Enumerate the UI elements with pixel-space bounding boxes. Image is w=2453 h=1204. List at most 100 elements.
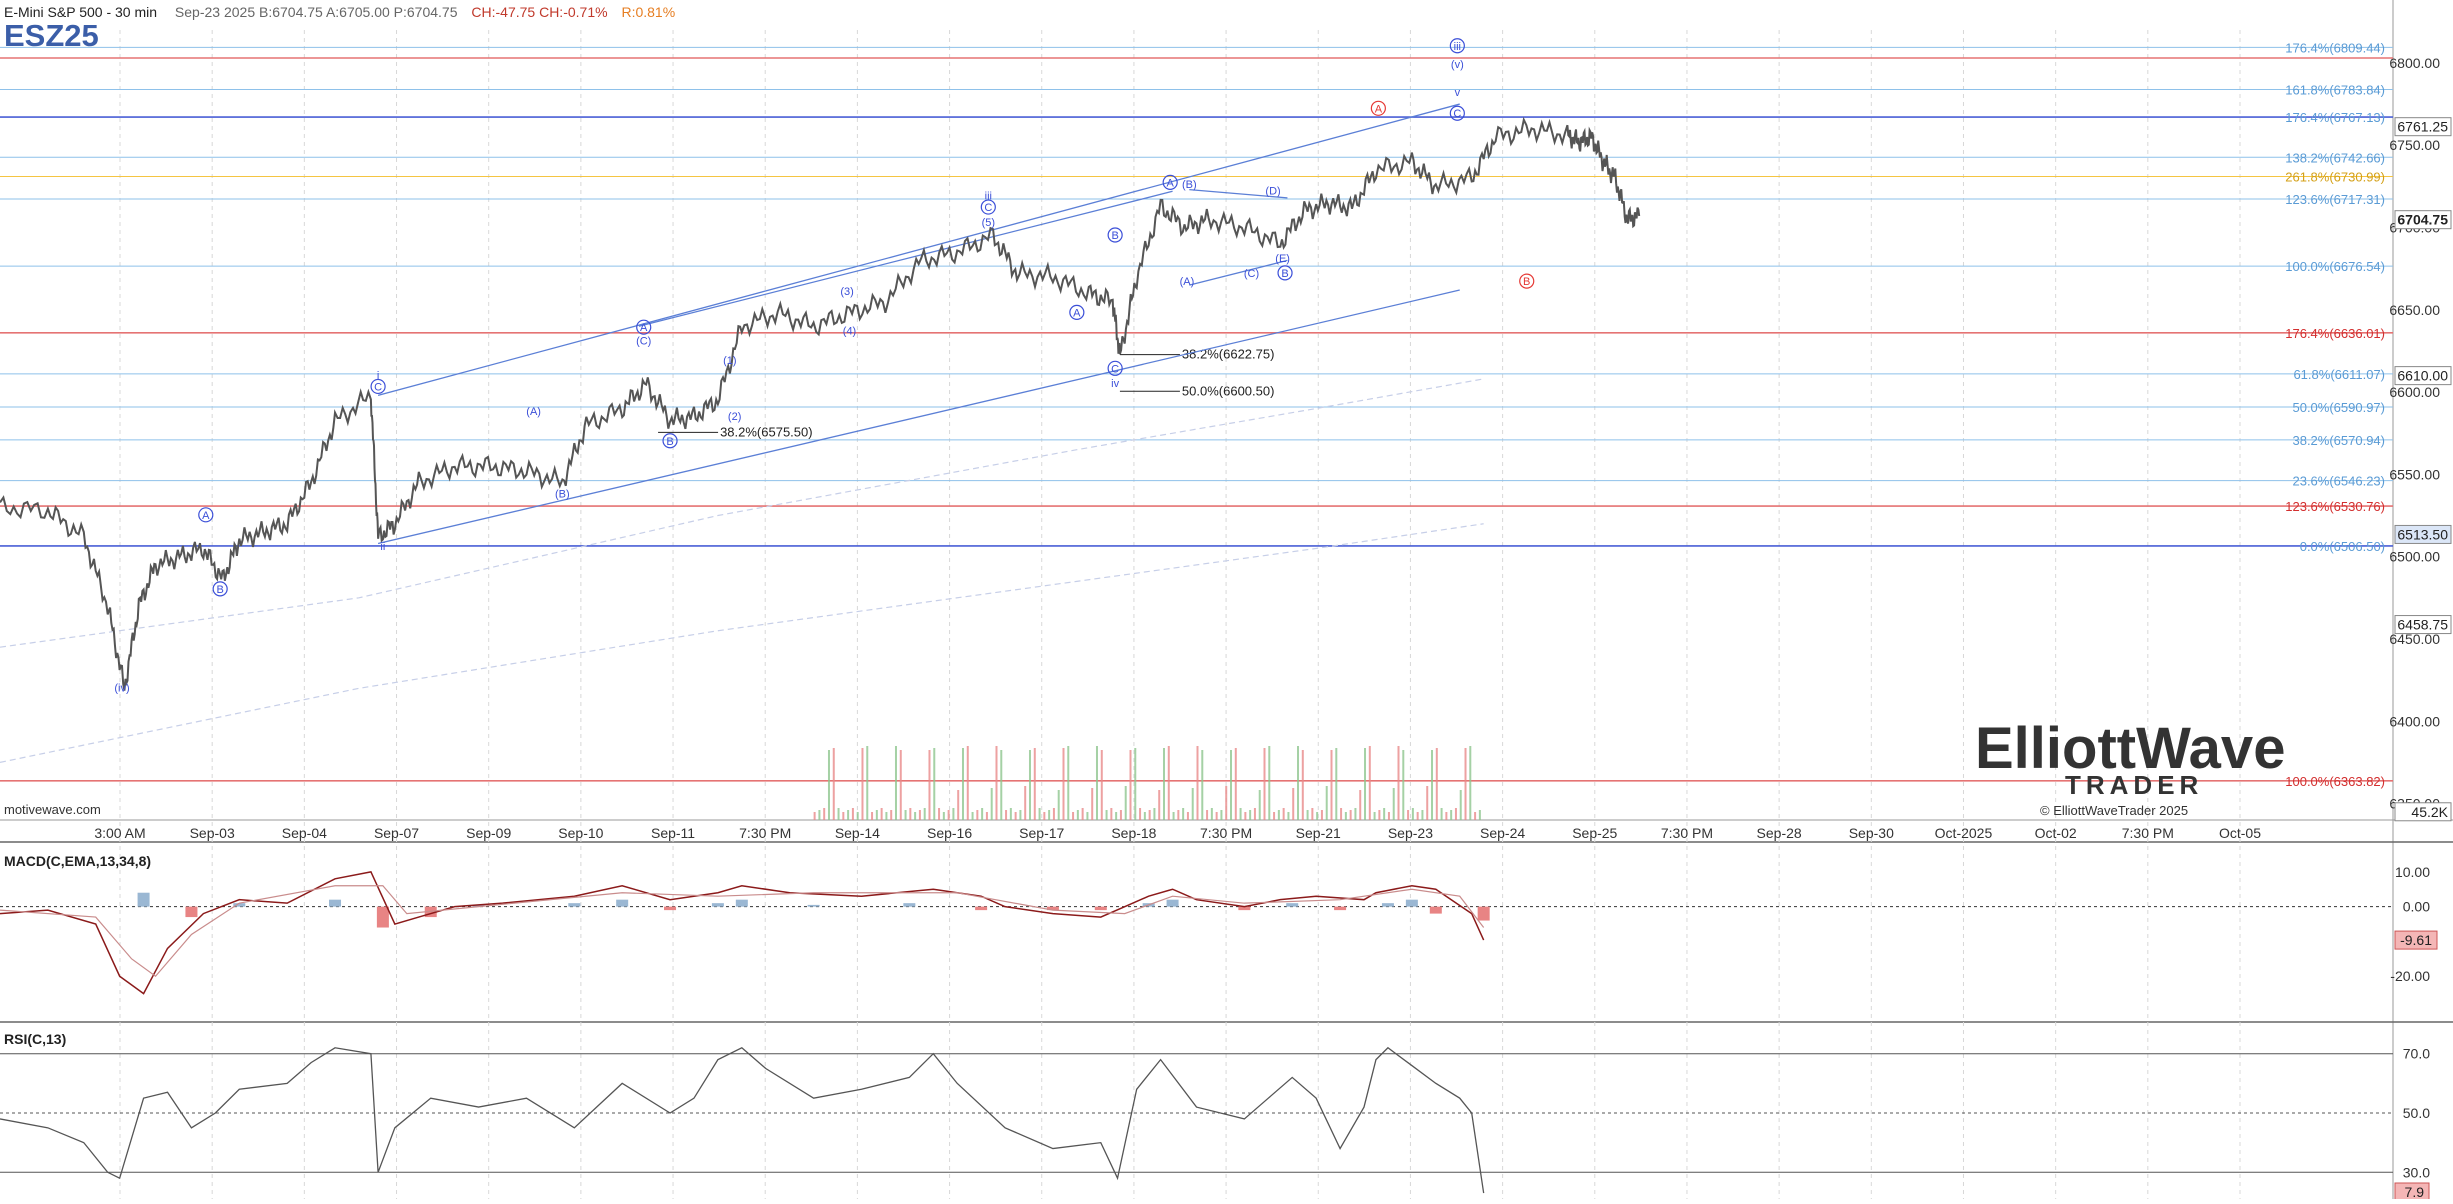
volume-bar <box>961 748 964 820</box>
wave-label: iv <box>1111 378 1119 390</box>
fib-level-label: 61.8%(6611.07) <box>2293 367 2385 382</box>
volume-bar <box>1110 808 1113 820</box>
volume-bar <box>1134 748 1137 820</box>
wave-label: B <box>216 584 223 596</box>
x-tick-label: Sep-21 <box>1296 825 1341 841</box>
fib-level-label: 100.0%(6363.82) <box>2285 774 2385 789</box>
volume-bar <box>1263 748 1266 820</box>
range-readout: R:0.81% <box>621 4 676 20</box>
volume-bar <box>1387 812 1390 820</box>
volume-bar <box>1091 788 1094 820</box>
volume-bar <box>1225 786 1228 820</box>
volume-bar <box>1158 790 1161 820</box>
wave-label: A <box>1167 177 1175 189</box>
fib-level-label: 176.4%(6767.13) <box>2285 110 2385 125</box>
volume-bar <box>823 808 826 820</box>
price-tag-label: 6704.75 <box>2397 212 2448 228</box>
volume-bar <box>1311 808 1314 820</box>
volume-bar <box>1172 812 1175 820</box>
wave-label: C <box>374 381 382 393</box>
macd-histogram-bar <box>975 906 988 911</box>
volume-bar <box>1186 812 1189 820</box>
volume-bar <box>1129 750 1132 820</box>
volume-bar <box>923 808 926 820</box>
macd-tick-label: -20.00 <box>2390 968 2430 984</box>
macd-histogram-bar <box>1334 906 1347 911</box>
wave-label: C <box>1453 108 1461 120</box>
copyright-text: © ElliottWaveTrader 2025 <box>2040 803 2188 818</box>
rsi-tick-label: 50.0 <box>2403 1105 2430 1121</box>
x-tick-label: Sep-24 <box>1480 825 1525 841</box>
macd-current-label: -9.61 <box>2400 932 2432 948</box>
volume-bar <box>952 808 955 820</box>
volume-bar <box>1028 750 1031 820</box>
volume-bar <box>1478 810 1481 820</box>
volume-bar <box>1273 812 1276 820</box>
x-tick-label: 7:30 PM <box>2122 825 2174 841</box>
volume-bar <box>1426 786 1429 820</box>
volume-bar <box>1349 810 1352 820</box>
volume-bar <box>899 750 902 820</box>
x-tick-label: Sep-28 <box>1757 825 1802 841</box>
volume-bar <box>1177 810 1180 820</box>
volume-bar <box>1052 808 1055 820</box>
macd-histogram-bar <box>616 899 629 907</box>
volume-bar <box>885 812 888 820</box>
volume-bar <box>1411 808 1414 820</box>
volume-bar <box>1086 812 1089 820</box>
volume-bar <box>1368 746 1371 820</box>
price-tag-label: 6458.75 <box>2397 617 2448 633</box>
wave-label: (A) <box>1180 276 1195 288</box>
volume-bar <box>813 812 816 820</box>
volume-bar <box>1033 748 1036 820</box>
volume-bar <box>914 812 917 820</box>
volume-bar <box>1402 750 1405 820</box>
macd-histogram-bar <box>711 903 724 907</box>
wave-label: (A) <box>526 406 541 418</box>
macd-histogram-bar <box>1094 906 1107 911</box>
macd-histogram-bar <box>735 899 748 907</box>
wave-label: iii <box>1454 41 1461 53</box>
volume-bar <box>1067 746 1070 820</box>
volume-bar <box>1253 808 1256 820</box>
volume-bar <box>1325 786 1328 820</box>
volume-bar <box>1014 812 1017 820</box>
volume-bar <box>1100 750 1103 820</box>
macd-histogram-bar <box>329 899 342 907</box>
quote-readout: Sep-23 2025 B:6704.75 A:6705.00 P:6704.7… <box>174 4 458 20</box>
volume-bar <box>1215 812 1218 820</box>
volume-bar <box>1239 808 1242 820</box>
change-readout: CH:-47.75 CH:-0.71% <box>471 4 608 20</box>
macd-histogram-bar <box>1286 903 1299 907</box>
x-tick-label: 7:30 PM <box>1200 825 1252 841</box>
fib-level-label: 176.4%(6809.44) <box>2285 40 2385 55</box>
wave-label: (B) <box>1182 179 1197 191</box>
volume-bar <box>890 810 893 820</box>
volume-bar <box>1139 808 1142 820</box>
volume-bar <box>1000 750 1003 820</box>
volume-bar <box>1119 810 1122 820</box>
y-tick-label: 6800.00 <box>2389 55 2440 71</box>
x-tick-label: Sep-30 <box>1849 825 1894 841</box>
wave-label: (1) <box>723 355 736 367</box>
volume-bar <box>1230 750 1233 820</box>
volume-bar <box>1162 748 1165 820</box>
x-tick-label: Sep-07 <box>374 825 419 841</box>
wave-label: C <box>1111 363 1119 375</box>
volume-bar <box>1220 810 1223 820</box>
volume-bar <box>1191 788 1194 820</box>
volume-bar <box>1450 810 1453 820</box>
y-tick-label: 6650.00 <box>2389 302 2440 318</box>
price-tag-label: 45.2K <box>2411 804 2448 820</box>
macd-histogram-bar <box>376 906 389 928</box>
fib-level-label: 0.0%(6506.50) <box>2300 539 2385 554</box>
x-tick-label: Sep-25 <box>1572 825 1617 841</box>
volume-bar <box>981 808 984 820</box>
volume-bar <box>832 748 835 820</box>
volume-bar <box>1105 810 1108 820</box>
volume-bar <box>1392 788 1395 820</box>
volume-bar <box>1048 810 1051 820</box>
volume-bar <box>851 808 854 820</box>
volume-bar <box>1431 750 1434 820</box>
volume-bar <box>856 812 859 820</box>
